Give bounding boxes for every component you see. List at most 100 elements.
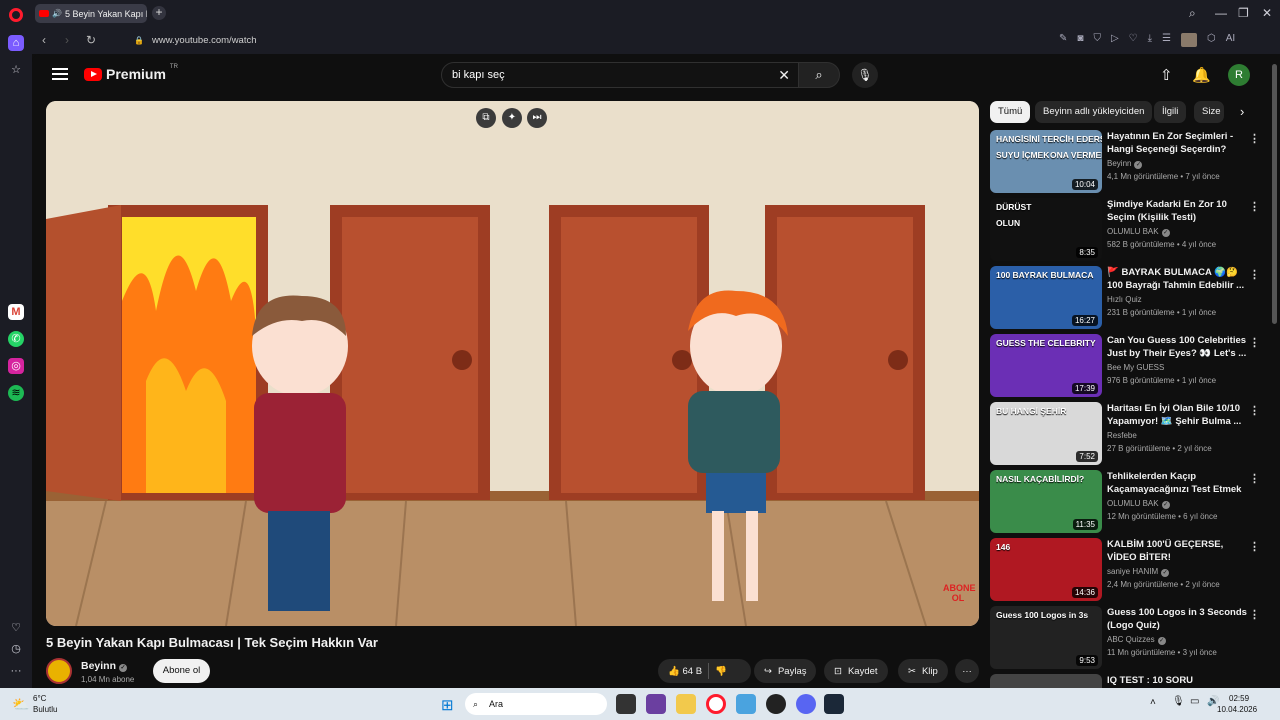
chip-from-uploader[interactable]: Beyinn adlı yükleyiciden (1035, 101, 1153, 123)
edit-icon[interactable]: ✎ (1059, 33, 1067, 47)
search-input[interactable]: bi kapı seç ✕ (441, 62, 799, 88)
voice-search-button[interactable]: 🎙 (852, 62, 878, 88)
video-thumbnail[interactable]: DÜRÜST OLUN 8:35 (990, 198, 1102, 261)
more-options-icon[interactable]: ⋮ (1249, 404, 1260, 417)
discord-icon[interactable] (796, 694, 816, 714)
network-tray-icon[interactable]: ▭ (1190, 696, 1199, 707)
recommendation-channel[interactable]: Hızlı Quiz (1107, 295, 1142, 304)
more-icon[interactable]: ··· (8, 663, 24, 679)
clip-button[interactable]: ✂ Klip (898, 659, 948, 683)
recommendation-item[interactable]: 100 BAYRAK BULMACA 16:27 🚩 BAYRAK BULMACA … (990, 266, 1260, 330)
save-button[interactable]: ⊡ Kaydet (824, 659, 888, 683)
tray-chevron-icon[interactable]: ˄ (1150, 697, 1156, 708)
download-icon[interactable]: ⤓ (1148, 33, 1152, 47)
recommendation-item[interactable]: 146 14:36 KALBİM 100'Ü GEÇERSE, VİDEO BİTE… (990, 538, 1260, 602)
video-thumbnail[interactable]: NASIL KAÇABİLİRDİ? 11:35 (990, 470, 1102, 533)
aria-ai-button[interactable]: AI (1226, 33, 1235, 47)
clear-search-icon[interactable]: ✕ (778, 67, 790, 84)
play-icon[interactable]: ▷ (1111, 33, 1119, 47)
camera-icon[interactable]: ◙ (1077, 33, 1083, 47)
youtube-premium-logo[interactable]: Premium TR (84, 64, 178, 82)
gmail-icon[interactable]: M (8, 304, 24, 320)
more-options-icon[interactable]: ⋮ (1249, 336, 1260, 349)
account-avatar[interactable]: R (1228, 64, 1250, 86)
video-thumbnail[interactable] (990, 674, 1102, 688)
speaker-icon[interactable]: 🔊 (52, 9, 62, 18)
video-thumbnail[interactable]: 100 BAYRAK BULMACA 16:27 (990, 266, 1102, 329)
video-player[interactable]: ⧉ ✦ ⏭ ABONE OL (46, 101, 979, 626)
video-thumbnail[interactable]: BU HANGİ ŞEHİR 7:52 (990, 402, 1102, 465)
recommendation-item[interactable]: DÜRÜST OLUN 8:35 Şimdiye Kadarki En Zor 10 … (990, 198, 1260, 262)
recommendation-channel[interactable]: Beyinn ✓ (1107, 159, 1143, 169)
video-thumbnail[interactable]: 146 14:36 (990, 538, 1102, 601)
url-field[interactable]: 🔒 www.youtube.com/watch (130, 31, 1050, 50)
opera-logo-icon[interactable] (9, 8, 23, 22)
minimize-button[interactable]: — (1215, 6, 1227, 20)
thumbs-down-icon[interactable]: 👎 (715, 666, 727, 677)
recommendation-item[interactable]: BU HANGİ ŞEHİR 7:52 Haritası En İyi Olan B… (990, 402, 1260, 466)
share-button[interactable]: ↪ Paylaş (754, 659, 817, 683)
recommendation-item[interactable]: Guess 100 Logos in 3s 9:53 Guess 100 Logos… (990, 606, 1260, 670)
more-options-icon[interactable]: ⋮ (1249, 268, 1260, 281)
recommendation-item[interactable]: GUESS THE CELEBRITY 17:39 Can You Guess 10… (990, 334, 1260, 398)
close-window-button[interactable]: ✕ (1262, 6, 1272, 20)
more-options-icon[interactable]: ⋮ (1249, 472, 1260, 485)
miniplayer-icon[interactable]: ⧉ (476, 108, 496, 128)
chip-for-you[interactable]: Size (1194, 101, 1224, 123)
recommendation-channel[interactable]: OLUMLU BAK ✓ (1107, 227, 1170, 237)
opera-taskbar-icon[interactable] (706, 694, 726, 714)
spotify-icon[interactable]: ≋ (8, 385, 24, 401)
task-view-icon[interactable] (616, 694, 636, 714)
shield-icon[interactable]: ⛉ (1093, 33, 1101, 47)
upload-icon[interactable]: ⇧ (1160, 66, 1173, 84)
recommendation-channel[interactable]: Bee My GUESS (1107, 363, 1164, 372)
more-options-icon[interactable]: ⋮ (1249, 200, 1260, 213)
home-icon[interactable]: ⌂ (8, 35, 24, 51)
reload-icon[interactable]: ↻ (86, 33, 96, 47)
app-icon[interactable] (646, 694, 666, 714)
browser-tab-active[interactable]: 🔊 5 Beyin Yakan Kapı Bulm (35, 4, 147, 23)
search-tabs-icon[interactable]: ⌕ (1189, 6, 1196, 21)
whatsapp-icon[interactable]: ✆ (8, 331, 24, 347)
recommendation-channel[interactable]: ABC Quizzes ✓ (1107, 635, 1166, 645)
skip-next-icon[interactable]: ⏭ (527, 108, 547, 128)
recommendation-item[interactable]: NASIL KAÇABİLİRDİ? 11:35 Tehlikelerden Kaç… (990, 470, 1260, 534)
recommendation-channel[interactable]: OLUMLU BAK ✓ (1107, 499, 1170, 509)
forward-icon[interactable]: › (65, 33, 69, 47)
recommendation-channel[interactable]: saniye HANIM ✓ (1107, 567, 1170, 577)
back-icon[interactable]: ‹ (42, 33, 46, 47)
heart-outline-icon[interactable]: ♡ (1129, 33, 1138, 47)
easy-setup-icon[interactable]: ☰ (1162, 33, 1171, 47)
chip-related[interactable]: İlgili (1154, 101, 1187, 123)
taskbar-search[interactable]: ⌕ Ara (465, 693, 607, 715)
new-tab-button[interactable]: + (152, 6, 166, 20)
steam-icon[interactable] (824, 694, 844, 714)
search-button[interactable]: ⌕ (798, 62, 840, 88)
app-dark-icon[interactable] (766, 694, 786, 714)
more-options-icon[interactable]: ⋮ (1249, 132, 1260, 145)
recommendation-item[interactable]: HANGİSİNİ TERCİH EDERSİN? SUYU İÇMEKONA V… (990, 130, 1260, 194)
channel-name[interactable]: Beyinn ✓ (81, 660, 128, 672)
scrollbar[interactable] (1272, 64, 1277, 324)
history-icon[interactable]: ◷ (8, 641, 24, 657)
weather-icon[interactable]: ⛅ (12, 696, 29, 713)
video-thumbnail[interactable]: GUESS THE CELEBRITY 17:39 (990, 334, 1102, 397)
more-actions-button[interactable]: ··· (955, 659, 979, 683)
hamburger-menu-icon[interactable] (52, 68, 68, 80)
maximize-button[interactable]: ❐ (1238, 6, 1249, 20)
video-thumbnail[interactable]: HANGİSİNİ TERCİH EDERSİN? SUYU İÇMEKONA V… (990, 130, 1102, 193)
subscribe-button[interactable]: Abone ol (153, 659, 210, 683)
notifications-bell-icon[interactable]: 🔔 (1192, 66, 1211, 84)
chevron-right-icon[interactable]: › (1240, 104, 1244, 119)
video-thumbnail[interactable]: Guess 100 Logos in 3s 9:53 (990, 606, 1102, 669)
more-options-icon[interactable]: ⋮ (1249, 608, 1260, 621)
network-app-icon[interactable] (736, 694, 756, 714)
heart-icon[interactable]: ♡ (8, 620, 24, 636)
chip-all[interactable]: Tümü (990, 101, 1031, 123)
recommendation-channel[interactable]: Resfebe (1107, 431, 1137, 440)
file-explorer-icon[interactable] (676, 694, 696, 714)
subscribe-watermark[interactable]: ABONE OL (943, 583, 976, 603)
profile-avatar-icon[interactable] (1181, 33, 1197, 47)
channel-avatar[interactable] (46, 658, 72, 684)
extensions-icon[interactable]: ⬡ (1207, 33, 1216, 47)
